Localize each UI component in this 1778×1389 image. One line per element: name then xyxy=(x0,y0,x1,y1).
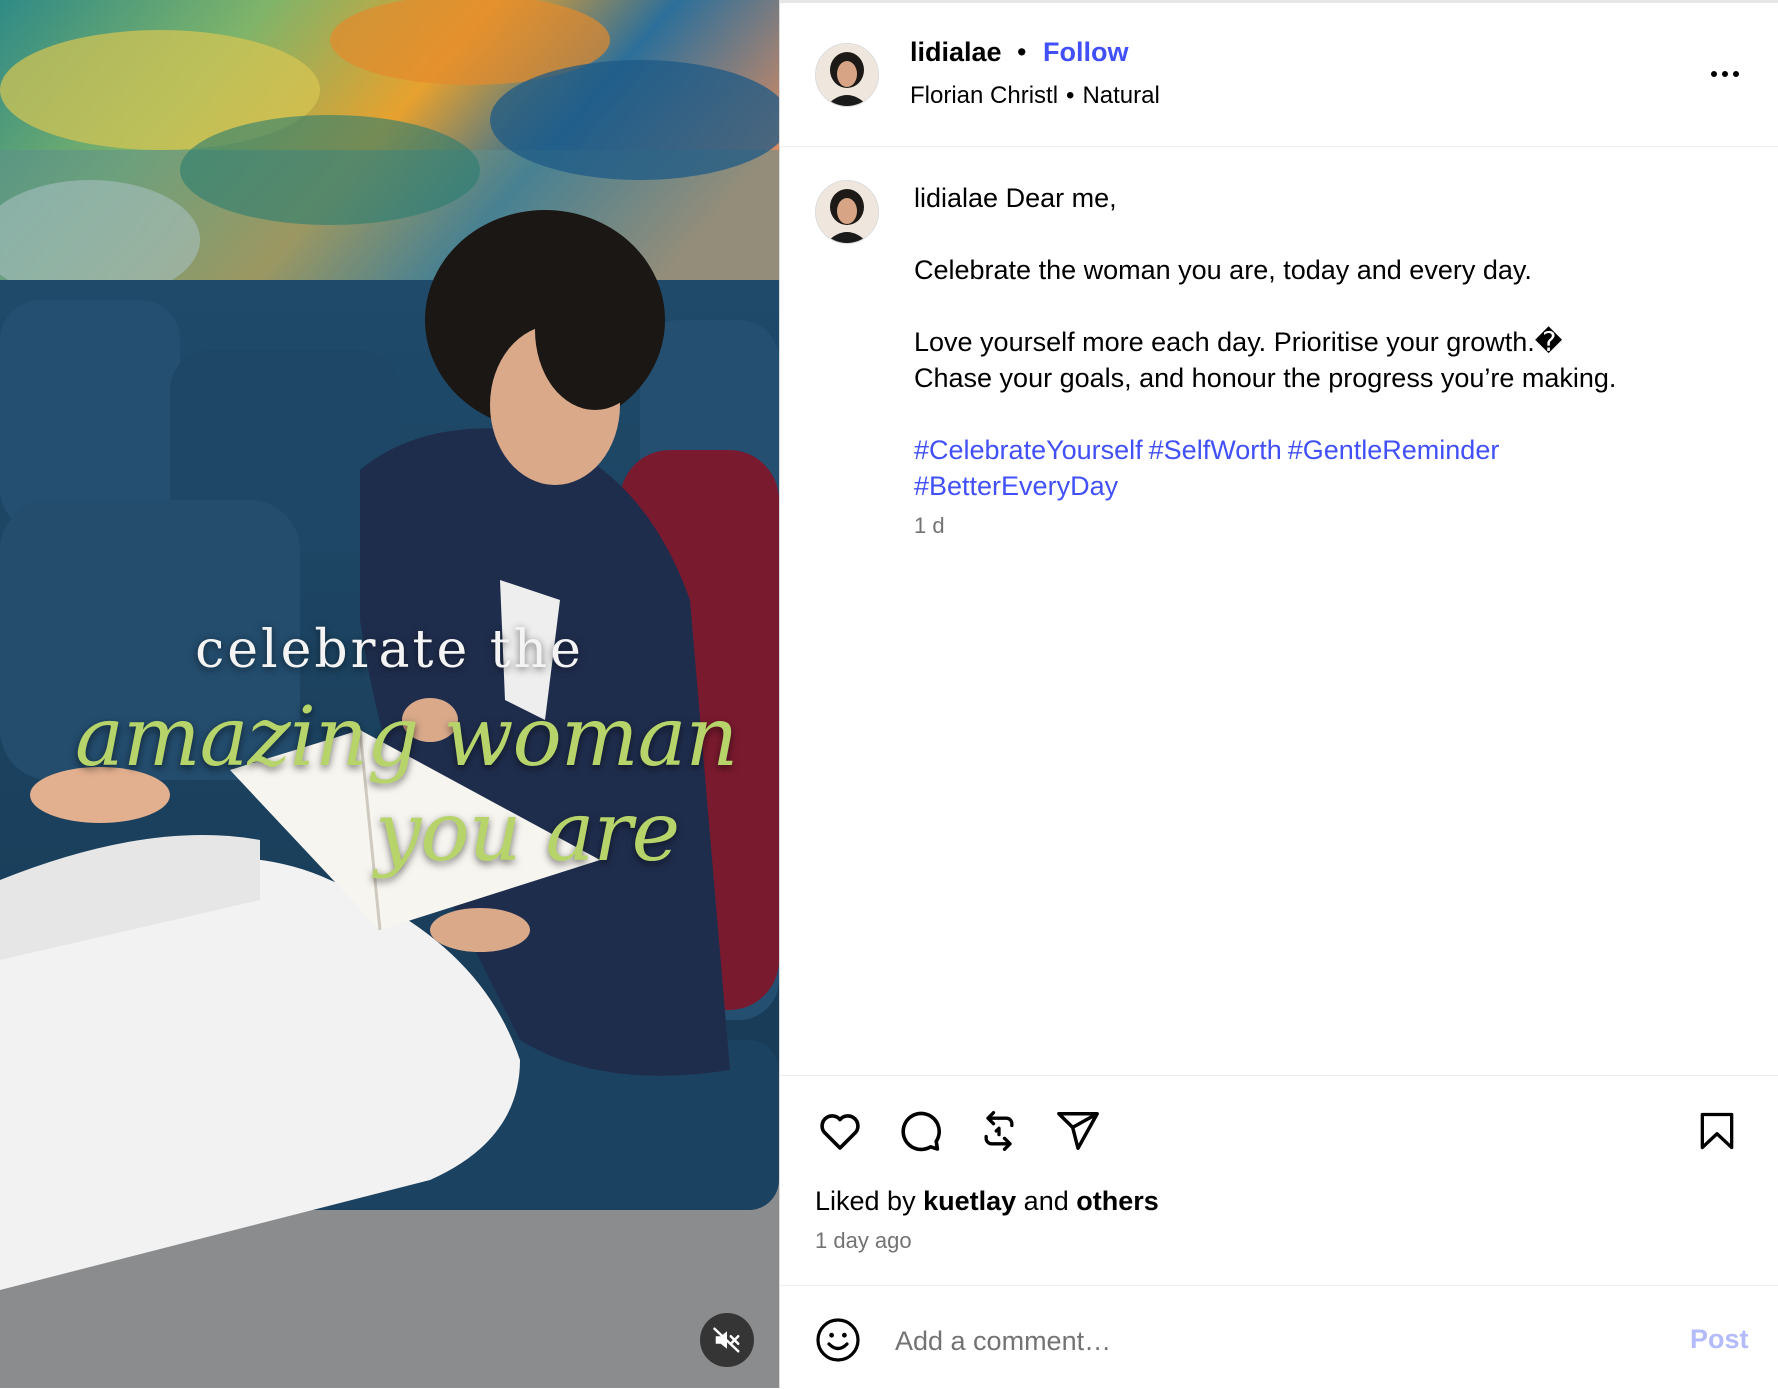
more-options-icon xyxy=(1711,71,1717,77)
comment-bar: Post xyxy=(780,1285,1778,1389)
mute-toggle-button[interactable] xyxy=(700,1313,754,1367)
overlay-text-line2: amazing woman xyxy=(75,690,738,785)
hashtag-link[interactable]: #BetterEveryDay xyxy=(914,471,1118,501)
emoji-icon xyxy=(816,1318,860,1362)
save-button[interactable] xyxy=(1692,1106,1742,1156)
hashtag-link[interactable]: #SelfWorth xyxy=(1149,435,1282,465)
audio-track[interactable]: Natural xyxy=(1082,82,1159,109)
share-button[interactable] xyxy=(1053,1106,1103,1156)
liked-prefix: Liked by xyxy=(815,1186,916,1216)
share-icon xyxy=(1057,1112,1099,1150)
heart-icon xyxy=(820,1114,860,1150)
liked-others-link[interactable]: others xyxy=(1076,1186,1159,1216)
caption-timestamp[interactable]: 1 d xyxy=(914,513,945,539)
hashtag-link[interactable]: #GentleReminder xyxy=(1288,435,1500,465)
follow-button[interactable]: Follow xyxy=(1043,37,1128,68)
post-media[interactable]: celebrate the amazing woman you are xyxy=(0,0,779,1388)
caption-username[interactable]: lidialae xyxy=(914,183,998,213)
like-button[interactable] xyxy=(815,1106,865,1156)
liked-and: and xyxy=(1023,1186,1069,1216)
author-username[interactable]: lidialae xyxy=(910,37,1002,68)
more-options-button[interactable] xyxy=(1700,60,1750,88)
action-bar: Liked by kuetlay and others 1 day ago xyxy=(780,1075,1778,1286)
comment-input[interactable] xyxy=(893,1314,1677,1368)
post-details-panel: lidialae • Follow Florian Christl • Natura… xyxy=(779,0,1778,1388)
emoji-picker-button[interactable] xyxy=(814,1316,862,1364)
audio-attribution[interactable]: Florian Christl • Natural xyxy=(910,82,1160,110)
bookmark-icon xyxy=(1700,1112,1734,1150)
caption-section: lidialae Dear me, Celebrate the woman yo… xyxy=(780,147,1778,1074)
overlay-text-line1: celebrate the xyxy=(195,620,584,680)
audio-separator: • xyxy=(1066,82,1075,109)
speaker-muted-icon xyxy=(713,1327,740,1353)
post-header: lidialae • Follow Florian Christl • Natura… xyxy=(780,0,1778,147)
caption-text: lidialae Dear me, Celebrate the woman yo… xyxy=(914,180,1734,504)
more-options-icon xyxy=(1733,71,1739,77)
liked-user-link[interactable]: kuetlay xyxy=(923,1186,1016,1216)
author-avatar[interactable] xyxy=(815,43,879,107)
caption-hashtags: #CelebrateYourself #SelfWorth #GentleRemin… xyxy=(914,432,1734,504)
overlay-text-line3: you are xyxy=(375,785,680,880)
comment-button[interactable] xyxy=(894,1106,944,1156)
repost-icon xyxy=(984,1111,1014,1151)
more-options-icon xyxy=(1722,71,1728,77)
caption-line2: Love yourself more each day. Prioritise … xyxy=(914,327,1563,357)
caption-line3: Chase your goals, and honour the progres… xyxy=(914,363,1617,393)
hashtag-link[interactable]: #CelebrateYourself xyxy=(914,435,1143,465)
comment-icon xyxy=(901,1111,941,1152)
post-comment-button[interactable]: Post xyxy=(1690,1324,1749,1355)
audio-artist[interactable]: Florian Christl xyxy=(910,82,1058,109)
repost-button[interactable] xyxy=(974,1106,1024,1156)
caption-greeting: Dear me, xyxy=(1005,183,1117,213)
header-separator: • xyxy=(1017,37,1027,67)
likes-summary[interactable]: Liked by kuetlay and others xyxy=(815,1186,1159,1217)
post-age[interactable]: 1 day ago xyxy=(815,1228,912,1254)
caption-line1: Celebrate the woman you are, today and e… xyxy=(914,255,1532,285)
caption-avatar[interactable] xyxy=(815,180,879,244)
